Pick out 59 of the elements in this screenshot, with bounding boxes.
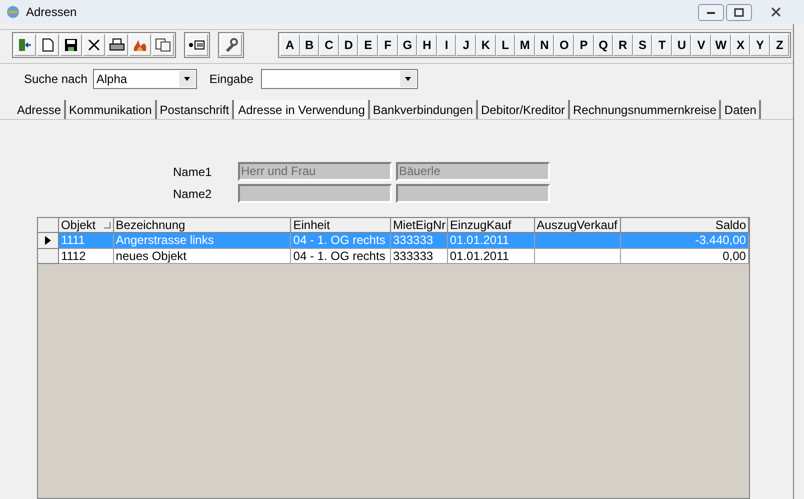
letter-button[interactable]: K [476,34,496,56]
row-header[interactable] [38,233,59,248]
letter-button[interactable]: R [613,34,633,56]
fire-icon[interactable] [129,34,151,56]
letter-button[interactable]: V [691,34,712,56]
table-cell: 01.01.2011 [448,248,535,264]
input-label: Eingabe [209,71,254,88]
letter-button[interactable]: Z [770,34,790,56]
letter-button[interactable]: H [417,34,437,56]
input-dropdown[interactable] [261,69,418,89]
letter-button[interactable]: J [456,34,476,56]
letter-button[interactable]: O [554,34,574,56]
letter-button[interactable]: X [730,34,750,56]
tab[interactable]: Adresse [14,100,66,119]
letter-button[interactable]: N [534,34,554,56]
table-cell: 333333 [391,248,448,264]
new-document-icon[interactable] [37,34,59,56]
minimize-icon [706,9,716,15]
letter-button[interactable]: T [652,34,672,56]
search-label: Suche nach [24,71,88,88]
wrench-icon[interactable] [220,34,242,56]
minimize-button[interactable] [698,4,724,20]
table-cell: 1112 [58,248,114,264]
name-label: Name1 [173,164,213,180]
print-icon[interactable] [106,34,128,56]
sort-icon [102,221,111,229]
letter-button[interactable]: I [436,34,456,56]
search-dropdown[interactable]: Alpha [93,69,198,89]
table-cell: 04 - 1. OG rechts [291,248,391,264]
delete-icon[interactable] [83,34,105,56]
letter-button[interactable]: D [338,34,358,56]
close-icon [771,7,781,17]
letter-button[interactable]: C [319,34,339,56]
letter-button[interactable]: L [496,34,516,56]
copy-document-icon[interactable] [152,34,174,56]
maximize-icon [734,8,744,16]
letter-button[interactable]: M [515,34,535,56]
save-icon[interactable] [60,34,82,56]
letter-button[interactable]: G [398,34,418,56]
letter-button[interactable]: Q [594,34,614,56]
tab[interactable]: Adresse in Verwendung [234,100,370,119]
import-icon[interactable] [186,34,208,56]
exit-icon[interactable] [14,34,36,56]
letter-button[interactable]: Y [750,34,770,56]
letter-button[interactable]: P [574,34,594,56]
letter-button[interactable]: B [300,34,320,56]
name-label: Name2 [173,186,213,202]
app-icon [6,5,20,19]
letter-button[interactable]: W [711,34,731,56]
table-cell: neues Objekt [114,248,292,264]
letter-button[interactable]: U [672,34,692,56]
current-row-icon [44,236,52,245]
table-cell: 0,00 [621,248,749,264]
letter-button[interactable]: S [632,34,652,56]
letter-button[interactable]: F [378,34,398,56]
letter-button[interactable]: E [358,34,378,56]
letter-button[interactable]: A [280,34,300,56]
maximize-button[interactable] [726,4,752,20]
window-title: Adressen [26,4,77,21]
